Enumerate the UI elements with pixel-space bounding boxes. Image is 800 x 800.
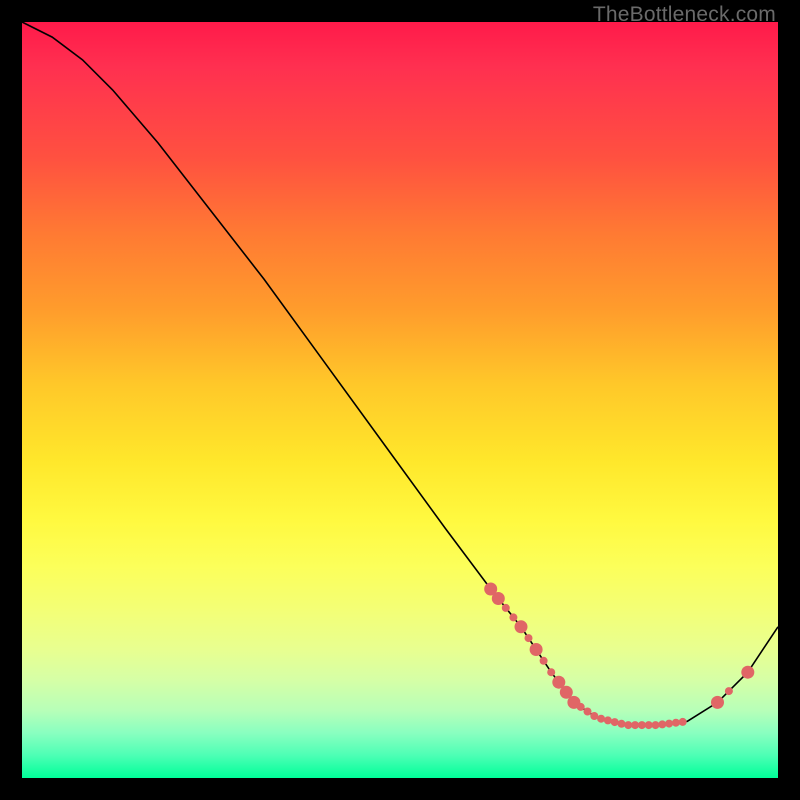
highlight-dot <box>679 718 687 726</box>
chart-container: TheBottleneck.com <box>0 0 800 800</box>
highlight-dot <box>590 712 598 720</box>
highlight-dot <box>502 604 510 612</box>
highlight-dot <box>658 720 666 728</box>
highlight-dot <box>725 687 733 695</box>
highlight-dot <box>547 668 555 676</box>
highlight-dot <box>525 634 533 642</box>
highlight-dot <box>611 718 619 726</box>
highlight-dot <box>618 720 626 728</box>
highlight-dots <box>484 583 754 730</box>
highlight-dot <box>570 698 578 706</box>
highlight-dot <box>577 703 585 711</box>
highlight-dot <box>604 716 612 724</box>
highlight-dot <box>540 657 548 665</box>
highlight-dot <box>597 715 605 723</box>
plot-area <box>22 22 778 778</box>
highlight-dot <box>509 613 517 621</box>
bottleneck-curve <box>22 22 778 725</box>
highlight-dot <box>530 643 543 656</box>
highlight-dot <box>631 721 639 729</box>
chart-svg <box>22 22 778 778</box>
highlight-dot <box>515 620 528 633</box>
highlight-dot <box>672 719 680 727</box>
highlight-dot <box>492 592 505 605</box>
highlight-dot <box>711 696 724 709</box>
highlight-dot <box>584 708 592 716</box>
highlight-dot <box>652 721 660 729</box>
highlight-dot <box>665 720 673 728</box>
highlight-dot <box>741 666 754 679</box>
